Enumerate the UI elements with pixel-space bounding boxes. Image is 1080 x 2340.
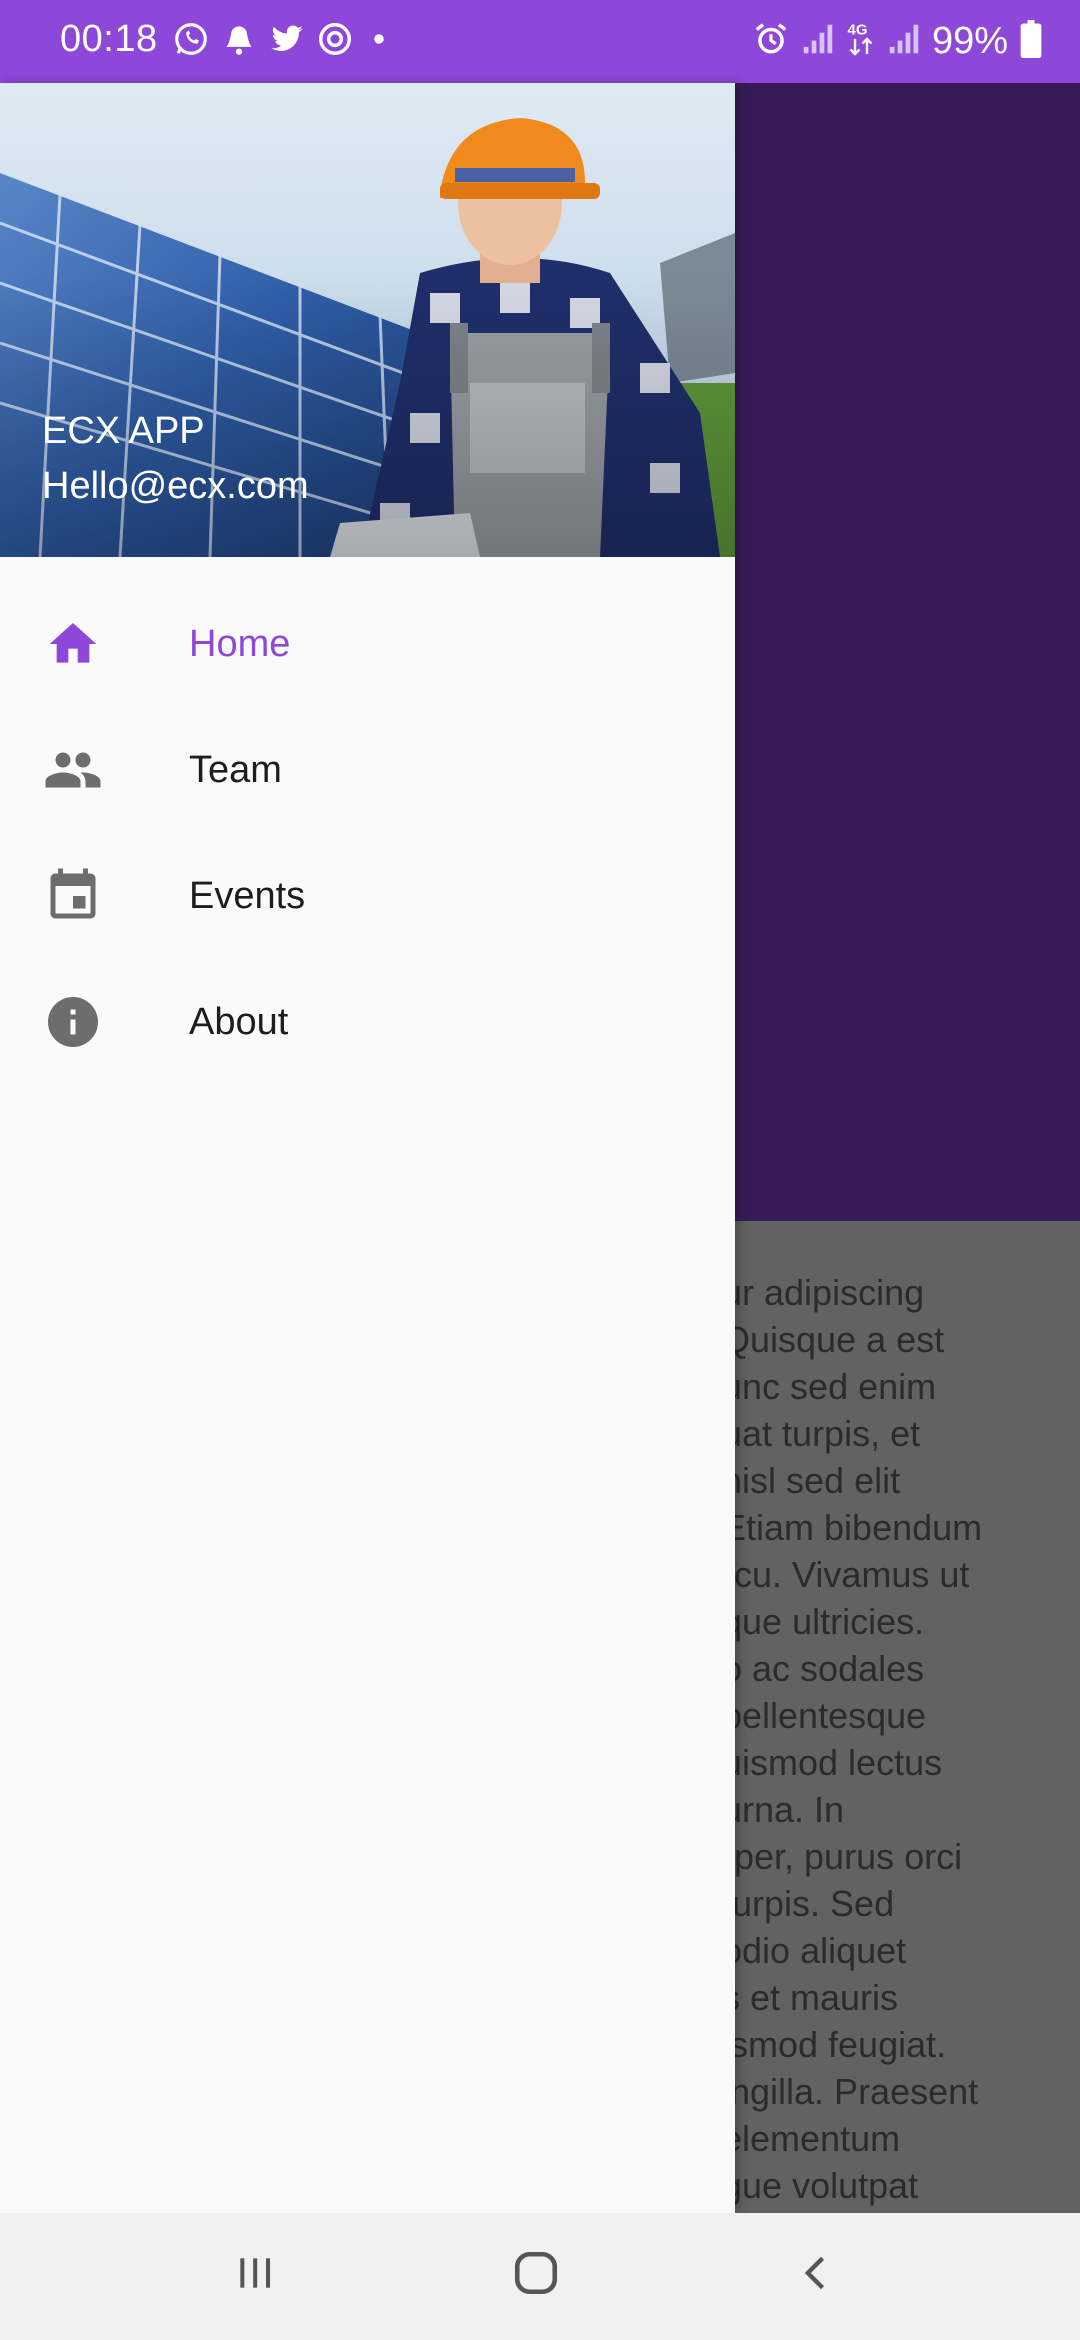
- people-icon: [43, 740, 103, 800]
- body-text-line: rcu. Vivamus ut: [722, 1554, 970, 1595]
- status-time: 00:18: [60, 18, 158, 60]
- body-text-line: ismod feugiat.: [722, 2024, 947, 2065]
- body-text-line: uismod lectus: [722, 1742, 943, 1783]
- body-text-line: elementum: [722, 2118, 901, 2159]
- drawer-item-home[interactable]: Home: [0, 581, 735, 707]
- back-nav-button[interactable]: [767, 2235, 867, 2315]
- body-text-line: uat turpis, et: [722, 1413, 921, 1454]
- signal-icon: [802, 20, 834, 63]
- notification-bell-icon: [220, 20, 258, 63]
- svg-text:4G: 4G: [847, 21, 867, 38]
- home-circle-icon: [511, 2248, 561, 2303]
- sync-icon: [316, 20, 354, 63]
- system-status: 4G 99%: [752, 18, 1042, 64]
- info-icon: [43, 992, 103, 1052]
- signal-icon: [888, 20, 920, 63]
- drawer-app-name: ECX APP: [42, 410, 205, 452]
- body-text-line: pellentesque: [722, 1695, 927, 1736]
- home-icon: [43, 614, 103, 674]
- recent-apps-button[interactable]: [205, 2235, 305, 2315]
- drawer-item-team[interactable]: Team: [0, 707, 735, 833]
- body-text-line: Quisque a est: [722, 1319, 945, 1360]
- drawer-item-label: Events: [189, 874, 306, 917]
- drawer-item-events[interactable]: Events: [0, 833, 735, 959]
- alarm-icon: [752, 20, 790, 63]
- body-text-line: gue volutpat: [722, 2165, 919, 2206]
- calendar-icon: [43, 866, 103, 926]
- notification-icons: [172, 18, 394, 64]
- system-nav-bar: [0, 2213, 1080, 2340]
- body-text-line: unc sed enim: [722, 1366, 937, 1407]
- drawer-item-label: Team: [189, 748, 282, 791]
- back-icon: [795, 2251, 839, 2300]
- 4g-data-icon: 4G: [846, 19, 876, 64]
- body-text-line: ur adipiscing: [722, 1272, 925, 1313]
- body-text-line: Etiam bibendum: [722, 1507, 983, 1548]
- drawer-item-label: Home: [189, 622, 291, 665]
- more-dot-icon: [364, 20, 394, 63]
- body-text-line: o ac sodales: [722, 1648, 925, 1689]
- battery-level: 99%: [931, 19, 1008, 62]
- drawer-email: Hello@ecx.com: [42, 465, 309, 507]
- whatsapp-icon: [172, 20, 210, 63]
- status-bar: 00:18 4G 99%: [0, 0, 1080, 83]
- drawer-header: ECX APP Hello@ecx.com: [0, 83, 735, 557]
- drawer-menu: Home Team Events About: [0, 557, 735, 1085]
- drawer-item-about[interactable]: About: [0, 959, 735, 1085]
- body-text: ur adipiscing Quisque a est unc sed enim ua…: [722, 1269, 1062, 2209]
- battery-icon: [1020, 19, 1042, 63]
- recent-apps-icon: [233, 2251, 277, 2300]
- body-text-line: ingilla. Praesent: [722, 2071, 979, 2112]
- body-text-line: nisl sed elit: [722, 1460, 901, 1501]
- drawer-item-label: About: [189, 1000, 289, 1043]
- twitter-icon: [268, 20, 306, 63]
- body-text-line: urna. In: [722, 1789, 845, 1830]
- body-text-line: turpis. Sed: [722, 1883, 895, 1924]
- body-text-line: rper, purus orci: [722, 1836, 963, 1877]
- body-text-line: odio aliquet: [722, 1930, 907, 1971]
- home-nav-button[interactable]: [486, 2235, 586, 2315]
- body-text-line: s et mauris: [722, 1977, 899, 2018]
- navigation-drawer: ECX APP Hello@ecx.com Home Team Events A…: [0, 83, 735, 2213]
- body-text-line: que ultricies.: [722, 1601, 925, 1642]
